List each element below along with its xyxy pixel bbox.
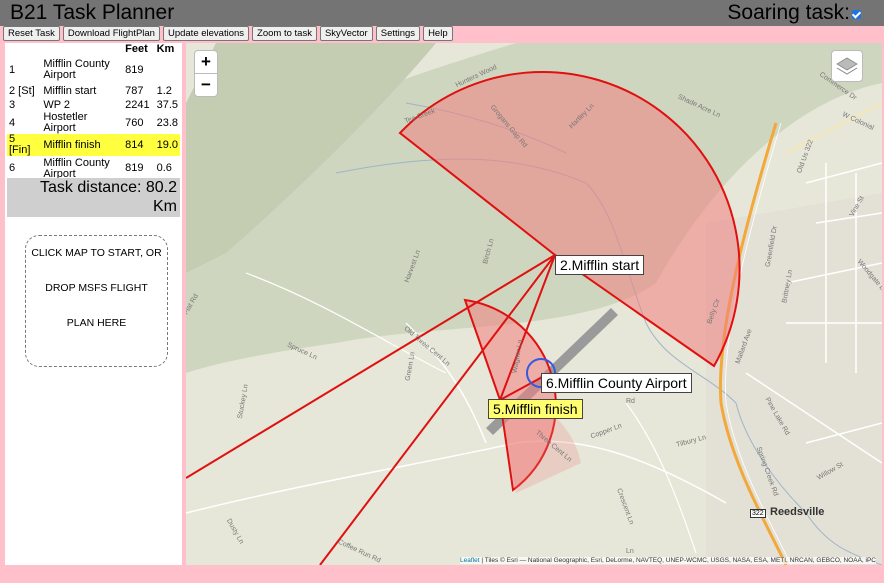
row-feet: 814	[123, 134, 155, 156]
row-index: 3	[9, 98, 16, 111]
help-button[interactable]: Help	[423, 26, 453, 41]
attribution-text: | Tiles © Esri — National Geographic, Es…	[479, 557, 876, 564]
drop-zone-line: DROP MSFS FLIGHT	[45, 282, 148, 294]
task-distance-unit: Km	[153, 198, 177, 215]
leaflet-link[interactable]: Leaflet	[460, 557, 480, 564]
map-place-name: Ln	[626, 548, 634, 555]
app-title: B21 Task Planner	[10, 1, 175, 24]
task-panel: Feet Km 1 Mifflin County Airport 819 2 […	[5, 43, 182, 565]
map-view[interactable]: Hunters Wood Tea Creek Grogans Gap Rd Ha…	[186, 43, 882, 565]
soaring-task-toggle[interactable]: Soaring task:	[727, 1, 864, 25]
row-index: 1	[9, 63, 16, 76]
download-flightplan-button[interactable]: Download FlightPlan	[62, 26, 160, 41]
update-elevations-button[interactable]: Update elevations	[162, 26, 250, 41]
row-index: 5 [Fin]	[7, 134, 42, 156]
app-header: B21 Task Planner Soaring task:	[0, 0, 884, 26]
soaring-task-checkbox[interactable]	[852, 10, 861, 19]
row-km: 1.2	[156, 84, 172, 97]
soaring-task-label: Soaring task:	[727, 1, 850, 24]
row-km: 19.0	[154, 134, 180, 156]
finish-label[interactable]: 5.Mifflin finish	[488, 399, 583, 419]
page-footer	[0, 565, 884, 583]
col-header-index	[7, 43, 41, 56]
settings-button[interactable]: Settings	[375, 26, 421, 41]
row-index: 2 [St]	[9, 84, 35, 97]
town-label-reedsville: Reedsville	[770, 506, 825, 518]
task-distance-value: Task distance: 80.2	[40, 179, 177, 196]
row-name: Mifflin finish	[41, 134, 124, 156]
table-row[interactable]: 4 Hostetler Airport 760 23.8	[7, 112, 180, 134]
row-name: WP 2	[43, 98, 71, 111]
row-feet: 760	[125, 116, 144, 129]
col-header-name	[41, 43, 123, 56]
reset-task-button[interactable]: Reset Task	[3, 26, 60, 41]
layers-icon	[836, 57, 858, 75]
zoom-to-task-button[interactable]: Zoom to task	[252, 26, 317, 41]
drop-zone-line: PLAN HERE	[66, 317, 127, 329]
task-table-header: Feet Km	[7, 43, 180, 56]
airport-label[interactable]: 6.Mifflin County Airport	[541, 373, 692, 393]
col-header-km: Km	[156, 43, 175, 55]
zoom-in-button[interactable]: +	[194, 50, 218, 74]
row-km: 23.8	[156, 116, 178, 129]
toolbar: Reset Task Download FlightPlan Update el…	[3, 26, 453, 41]
row-name: Mifflin County Airport	[43, 58, 110, 81]
map-place-name: Rd	[626, 398, 635, 405]
row-feet: 819	[125, 63, 144, 76]
col-header-feet: Feet	[125, 43, 148, 55]
row-name: Hostetler Airport	[43, 111, 88, 134]
row-km	[155, 56, 180, 84]
row-feet: 787	[125, 84, 144, 97]
table-row[interactable]: 3 WP 2 2241 37.5	[7, 98, 180, 112]
table-row-selected[interactable]: 5 [Fin] Mifflin finish 814 19.0	[7, 134, 180, 156]
table-row[interactable]: 1 Mifflin County Airport 819	[7, 56, 180, 84]
task-table: Feet Km 1 Mifflin County Airport 819 2 […	[7, 43, 180, 181]
map-attribution: Leaflet | Tiles © Esri — National Geogra…	[460, 557, 876, 564]
layers-control-button[interactable]	[831, 50, 863, 82]
route-shield: 322	[750, 509, 766, 518]
row-name: Mifflin start	[43, 84, 97, 97]
zoom-out-button[interactable]: −	[194, 73, 218, 97]
flightplan-drop-zone[interactable]: CLICK MAP TO START, OR DROP MSFS FLIGHT …	[25, 235, 168, 367]
drop-zone-line: CLICK MAP TO START, OR	[31, 247, 162, 259]
skyvector-button[interactable]: SkyVector	[319, 26, 373, 41]
start-label[interactable]: 2.Mifflin start	[555, 255, 645, 275]
row-index: 4	[9, 116, 16, 129]
table-row[interactable]: 2 [St] Mifflin start 787 1.2	[7, 84, 180, 98]
task-distance: Task distance: 80.2 Km	[7, 178, 180, 217]
map-canvas[interactable]	[186, 43, 882, 565]
row-feet: 2241	[125, 98, 150, 111]
row-km: 37.5	[156, 98, 178, 111]
